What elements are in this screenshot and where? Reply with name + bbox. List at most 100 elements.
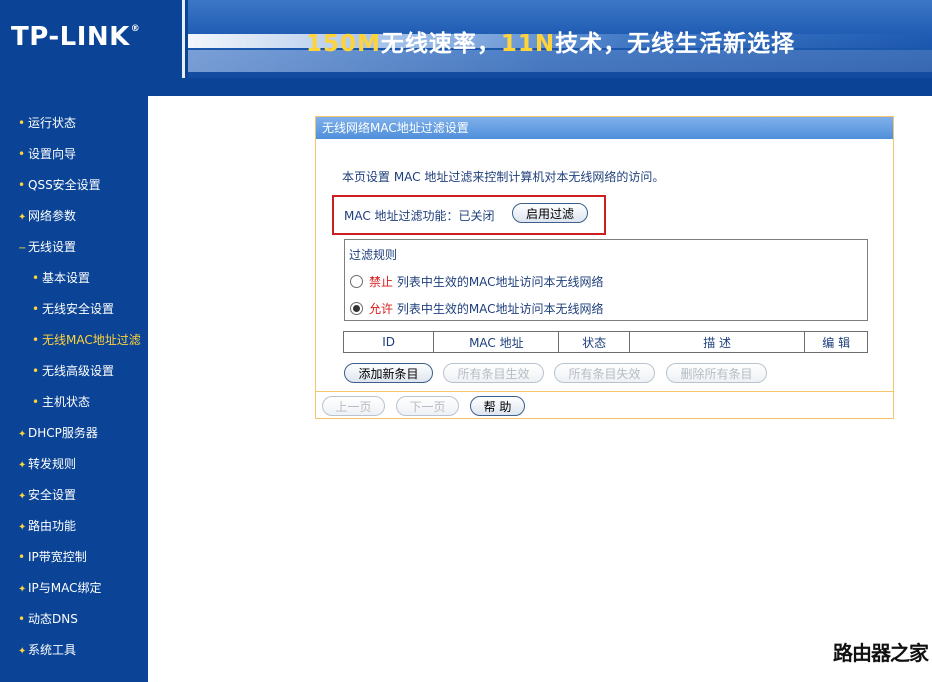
sidebar-item-forwarding[interactable]: ✦ 转发规则 — [18, 455, 76, 472]
mac-address-table: ID MAC 地址 状态 描 述 编 辑 — [342, 331, 868, 353]
mac-filter-panel: 无线网络MAC地址过滤设置 本页设置 MAC 地址过滤来控制计算机对本无线网络的… — [315, 116, 894, 419]
plus-bullet-icon: ✦ — [18, 522, 27, 533]
sidebar-item-label: 动态DNS — [28, 612, 78, 626]
content-corner-curve — [148, 96, 208, 156]
sidebar-item-routing[interactable]: ✦ 路由功能 — [18, 517, 76, 534]
column-description: 描 述 — [628, 331, 806, 353]
dot-bullet-icon: • — [32, 302, 40, 316]
minus-bullet-icon: − — [18, 243, 27, 254]
sidebar-item-ip-mac-binding[interactable]: ✦ IP与MAC绑定 — [18, 579, 102, 596]
help-button[interactable]: 帮 助 — [470, 396, 525, 416]
deny-rule-text: 列表中生效的MAC地址访问本无线网络 — [393, 275, 604, 289]
sidebar-item-wireless-advanced[interactable]: • 无线高级设置 — [32, 362, 114, 379]
sidebar-item-system-tools[interactable]: ✦ 系统工具 — [18, 641, 76, 658]
column-edit: 编 辑 — [804, 331, 868, 353]
watermark: 路由器之家 — [833, 641, 929, 665]
sidebar-item-label: 基本设置 — [42, 271, 91, 285]
column-id: ID — [342, 331, 435, 353]
delete-all-entries-button[interactable]: 删除所有条目 — [666, 363, 767, 383]
plus-bullet-icon: ✦ — [18, 584, 27, 595]
dot-bullet-icon: • — [18, 612, 26, 626]
sidebar-item-label: 主机状态 — [42, 395, 91, 409]
sidebar-item-label: 无线高级设置 — [42, 364, 115, 378]
sidebar-item-label: 无线设置 — [28, 240, 77, 254]
column-mac-address: MAC 地址 — [433, 331, 560, 353]
logo-registered-mark: ® — [130, 24, 141, 34]
sidebar-item-dhcp[interactable]: ✦ DHCP服务器 — [18, 424, 98, 441]
slogan-text: 150M无线速率，11N技术，无线生活新选择 — [306, 24, 795, 58]
dot-bullet-icon: • — [18, 116, 26, 130]
sidebar-item-ddns[interactable]: • 动态DNS — [18, 610, 78, 627]
sidebar-item-label: 转发规则 — [28, 457, 77, 471]
plus-bullet-icon: ✦ — [18, 646, 27, 657]
filter-rules-group: 过滤规则 禁止 列表中生效的MAC地址访问本无线网络 允许 列表中生效的MAC地… — [344, 239, 868, 321]
sidebar-item-label: 设置向导 — [28, 147, 77, 161]
sidebar-item-host-status[interactable]: • 主机状态 — [32, 393, 90, 410]
sidebar-item-wireless[interactable]: − 无线设置 — [18, 238, 76, 255]
sidebar-item-label: 无线安全设置 — [42, 302, 115, 316]
next-page-button[interactable]: 下一页 — [396, 396, 459, 416]
panel-title: 无线网络MAC地址过滤设置 — [316, 117, 893, 139]
deny-rule-option[interactable]: 禁止 列表中生效的MAC地址访问本无线网络 — [350, 273, 604, 290]
filter-status-highlight: MAC 地址过滤功能：已关闭 启用过滤 — [332, 195, 606, 235]
sidebar-item-status[interactable]: • 运行状态 — [18, 114, 76, 131]
sidebar-item-label: 系统工具 — [28, 643, 77, 657]
sidebar-item-wireless-basic[interactable]: • 基本设置 — [32, 269, 90, 286]
allow-rule-option[interactable]: 允许 列表中生效的MAC地址访问本无线网络 — [350, 300, 604, 317]
allow-rule-text: 列表中生效的MAC地址访问本无线网络 — [393, 302, 604, 316]
slogan-speed: 150M — [306, 31, 381, 57]
sidebar-item-label: 运行状态 — [28, 116, 77, 130]
prev-page-button[interactable]: 上一页 — [322, 396, 385, 416]
sidebar: • 运行状态 • 设置向导 • QSS安全设置 ✦ 网络参数 − 无线设置 • 基本设置 •… — [0, 96, 148, 682]
slogan-part: 无线速率， — [380, 31, 501, 57]
sidebar-item-label: DHCP服务器 — [28, 426, 98, 440]
sidebar-item-wireless-mac-filter[interactable]: • 无线MAC地址过滤 — [32, 331, 141, 348]
table-header-row: ID MAC 地址 状态 描 述 编 辑 — [342, 331, 868, 353]
sidebar-item-wizard[interactable]: • 设置向导 — [18, 145, 76, 162]
enable-filter-button[interactable]: 启用过滤 — [512, 203, 588, 223]
plus-bullet-icon: ✦ — [18, 429, 27, 440]
sidebar-item-label: 安全设置 — [28, 488, 77, 502]
dot-bullet-icon: • — [32, 364, 40, 378]
enable-all-entries-button[interactable]: 所有条目生效 — [443, 363, 544, 383]
sidebar-item-label: IP带宽控制 — [28, 550, 87, 564]
dot-bullet-icon: • — [32, 395, 40, 409]
dot-bullet-icon: • — [32, 333, 40, 347]
header-stripe — [0, 78, 932, 96]
sidebar-item-label: 网络参数 — [28, 209, 77, 223]
deny-keyword: 禁止 — [369, 275, 394, 289]
plus-bullet-icon: ✦ — [18, 212, 27, 223]
sidebar-item-network[interactable]: ✦ 网络参数 — [18, 207, 76, 224]
dot-bullet-icon: • — [18, 178, 26, 192]
deny-radio[interactable] — [350, 275, 363, 288]
slogan-tech: 11N — [500, 31, 556, 57]
column-status: 状态 — [558, 331, 630, 353]
sidebar-item-qss[interactable]: • QSS安全设置 — [18, 176, 101, 193]
dot-bullet-icon: • — [32, 271, 40, 285]
sidebar-item-label: 路由功能 — [28, 519, 77, 533]
sidebar-item-label: 无线MAC地址过滤 — [42, 333, 141, 347]
filter-rules-title: 过滤规则 — [349, 248, 398, 262]
header: TP-LINK® 150M无线速率，11N技术，无线生活新选择 — [0, 0, 932, 78]
panel-footer-divider — [316, 391, 893, 392]
slogan-banner: 150M无线速率，11N技术，无线生活新选择 — [188, 0, 932, 78]
filter-status-label: MAC 地址过滤功能：已关闭 — [344, 209, 495, 223]
add-entry-button[interactable]: 添加新条目 — [344, 363, 433, 383]
sidebar-item-bandwidth[interactable]: • IP带宽控制 — [18, 548, 87, 565]
page-description: 本页设置 MAC 地址过滤来控制计算机对本无线网络的访问。 — [342, 170, 665, 184]
sidebar-item-security[interactable]: ✦ 安全设置 — [18, 486, 76, 503]
slogan-part: 技术，无线生活新选择 — [555, 31, 796, 57]
plus-bullet-icon: ✦ — [18, 491, 27, 502]
disable-all-entries-button[interactable]: 所有条目失效 — [554, 363, 655, 383]
dot-bullet-icon: • — [18, 550, 26, 564]
tp-link-logo: TP-LINK® — [11, 22, 140, 52]
sidebar-item-label: QSS安全设置 — [28, 178, 101, 192]
plus-bullet-icon: ✦ — [18, 460, 27, 471]
logo-area: TP-LINK® — [0, 0, 185, 78]
sidebar-item-label: IP与MAC绑定 — [28, 581, 102, 595]
allow-radio[interactable] — [350, 302, 363, 315]
allow-keyword: 允许 — [369, 302, 394, 316]
dot-bullet-icon: • — [18, 147, 26, 161]
sidebar-item-wireless-security[interactable]: • 无线安全设置 — [32, 300, 114, 317]
logo-text: TP-LINK — [11, 22, 130, 52]
